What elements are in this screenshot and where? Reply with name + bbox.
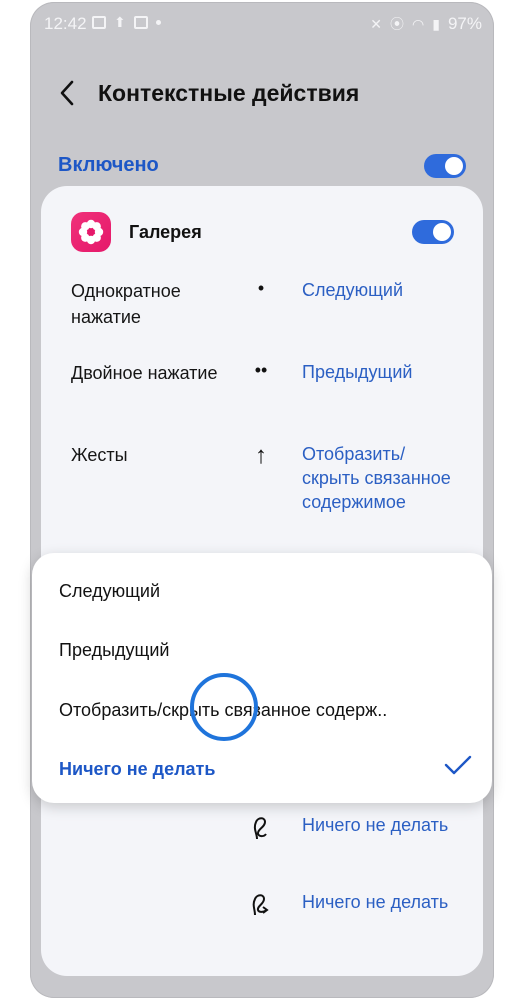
upload-icon: ⬆ xyxy=(114,14,126,30)
location-icon: ⦿ xyxy=(390,16,405,32)
action-value[interactable]: Отобразить/ скрыть связанное содержимое xyxy=(302,442,452,514)
dot-icon xyxy=(155,19,161,25)
flower-icon xyxy=(71,212,111,252)
signal-icon: ▮ xyxy=(432,16,440,32)
status-bar: 12:42 ⬆ ✕ ⦿ ◠ ▮ 97% xyxy=(30,2,494,44)
popup-option-next[interactable]: Следующий xyxy=(59,581,160,602)
checkmark-icon xyxy=(444,755,472,775)
back-arrow-icon[interactable] xyxy=(54,76,82,110)
arrow-up-icon: ↑ xyxy=(255,442,267,469)
action-label: Двойное нажатие xyxy=(71,363,218,383)
mute-icon: ✕ xyxy=(370,16,383,32)
action-row-gesture-loop-right[interactable]: Ничего не делать xyxy=(41,890,483,950)
battery-percent: 97% xyxy=(447,14,482,33)
action-row-gestures[interactable]: Жесты ↑ Отобразить/ скрыть связанное сод… xyxy=(41,442,483,552)
action-options-popup: Следующий Предыдущий Отобразить/скрыть с… xyxy=(32,553,492,803)
app-notification-icon xyxy=(133,15,148,29)
popup-option-toggle-content[interactable]: Отобразить/скрыть связанное содерж.. xyxy=(59,700,387,721)
app-bar: Контекстные действия xyxy=(30,62,494,126)
status-time: 12:42 xyxy=(44,14,87,33)
gesture-loop-right-icon xyxy=(252,894,269,916)
double-dot-icon: •• xyxy=(254,360,268,380)
action-value[interactable]: Предыдущий xyxy=(302,360,452,384)
action-row-gesture-loop[interactable]: Ничего не делать xyxy=(41,813,483,873)
app-toggle-switch[interactable] xyxy=(412,220,454,244)
page-title: Контекстные действия xyxy=(98,80,360,106)
wifi-icon: ◠ xyxy=(412,16,425,32)
app-row[interactable]: Галерея xyxy=(41,186,483,278)
popup-option-do-nothing[interactable]: Ничего не делать xyxy=(59,759,215,780)
toggle-knob xyxy=(445,157,463,175)
action-row-double-tap[interactable]: Двойное нажатие •• Предыдущий xyxy=(41,360,483,440)
action-row-single-tap[interactable]: Однократное нажатие • Следующий xyxy=(41,278,483,358)
image-icon xyxy=(92,15,106,29)
gesture-loop-icon xyxy=(253,817,267,840)
master-switch-label: Включено xyxy=(58,154,159,176)
action-label: Однократное нажатие xyxy=(71,281,181,327)
single-dot-icon: • xyxy=(257,278,265,298)
action-value[interactable]: Следующий xyxy=(302,278,452,302)
action-value[interactable]: Ничего не делать xyxy=(302,813,452,837)
popup-option-previous[interactable]: Предыдущий xyxy=(59,640,169,661)
toggle-knob xyxy=(433,223,451,241)
action-value[interactable]: Ничего не делать xyxy=(302,890,452,914)
master-toggle-switch[interactable] xyxy=(424,154,466,178)
app-name: Галерея xyxy=(129,222,202,242)
action-label: Жесты xyxy=(71,445,128,465)
